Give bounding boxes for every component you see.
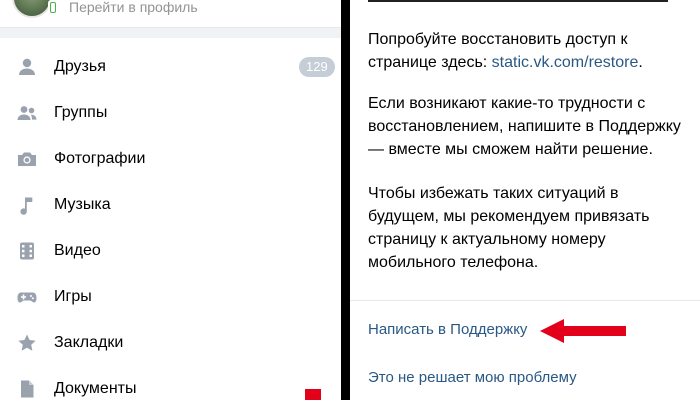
menu-item-bookmarks[interactable]: Закладки bbox=[0, 321, 341, 367]
gamepad-icon bbox=[16, 286, 38, 308]
section-divider bbox=[0, 27, 341, 38]
restore-link[interactable]: static.vk.com/restore bbox=[492, 54, 639, 71]
profile-link[interactable]: Перейти в профиль bbox=[69, 0, 198, 15]
music-note-icon bbox=[16, 194, 38, 216]
dialog-title-clip bbox=[368, 0, 668, 2]
profile-row[interactable]: Перейти в профиль bbox=[0, 0, 341, 22]
red-highlight-mark bbox=[305, 389, 321, 400]
group-icon bbox=[16, 102, 38, 124]
navigation-menu-panel: Перейти в профиль Друзья 129 Группы Фото… bbox=[0, 0, 341, 400]
menu-item-label: Группы bbox=[54, 104, 108, 121]
document-icon bbox=[16, 378, 38, 400]
menu-item-games[interactable]: Игры bbox=[0, 275, 341, 321]
restore-text-end: . bbox=[638, 54, 643, 71]
menu-item-friends[interactable]: Друзья 129 bbox=[0, 45, 341, 91]
camera-icon bbox=[16, 148, 38, 170]
person-icon bbox=[16, 56, 38, 78]
restore-paragraph: Попробуйте восстановить доступ к страниц… bbox=[368, 28, 688, 74]
restore-access-dialog: Попробуйте восстановить доступ к страниц… bbox=[350, 0, 700, 400]
menu-item-label: Документы bbox=[54, 380, 137, 397]
menu-item-groups[interactable]: Группы bbox=[0, 91, 341, 137]
menu-item-label: Игры bbox=[54, 288, 92, 305]
menu-item-documents[interactable]: Документы bbox=[0, 367, 341, 400]
avatar[interactable] bbox=[12, 0, 52, 18]
mobile-online-icon bbox=[48, 0, 58, 16]
support-paragraph: Если возникают какие-то трудности с восс… bbox=[368, 95, 681, 158]
menu-item-label: Закладки bbox=[54, 334, 124, 351]
film-icon bbox=[16, 240, 38, 262]
phone-binding-paragraph: Чтобы избежать таких ситуаций в будущем,… bbox=[368, 185, 650, 271]
separator-line bbox=[350, 300, 700, 301]
menu-item-label: Фотографии bbox=[54, 150, 146, 167]
write-support-button[interactable]: Написать в Поддержку bbox=[368, 321, 527, 338]
friends-count-badge: 129 bbox=[299, 57, 335, 77]
menu-item-music[interactable]: Музыка bbox=[0, 183, 341, 229]
red-pointer-arrow-icon bbox=[540, 319, 626, 343]
not-solved-button[interactable]: Это не решает мою проблему bbox=[368, 369, 577, 386]
star-icon bbox=[16, 332, 38, 354]
menu-item-photos[interactable]: Фотографии bbox=[0, 137, 341, 183]
menu-item-video[interactable]: Видео bbox=[0, 229, 341, 275]
menu-item-label: Друзья bbox=[54, 58, 106, 75]
menu-item-label: Видео bbox=[54, 242, 101, 259]
menu-item-label: Музыка bbox=[54, 196, 111, 213]
